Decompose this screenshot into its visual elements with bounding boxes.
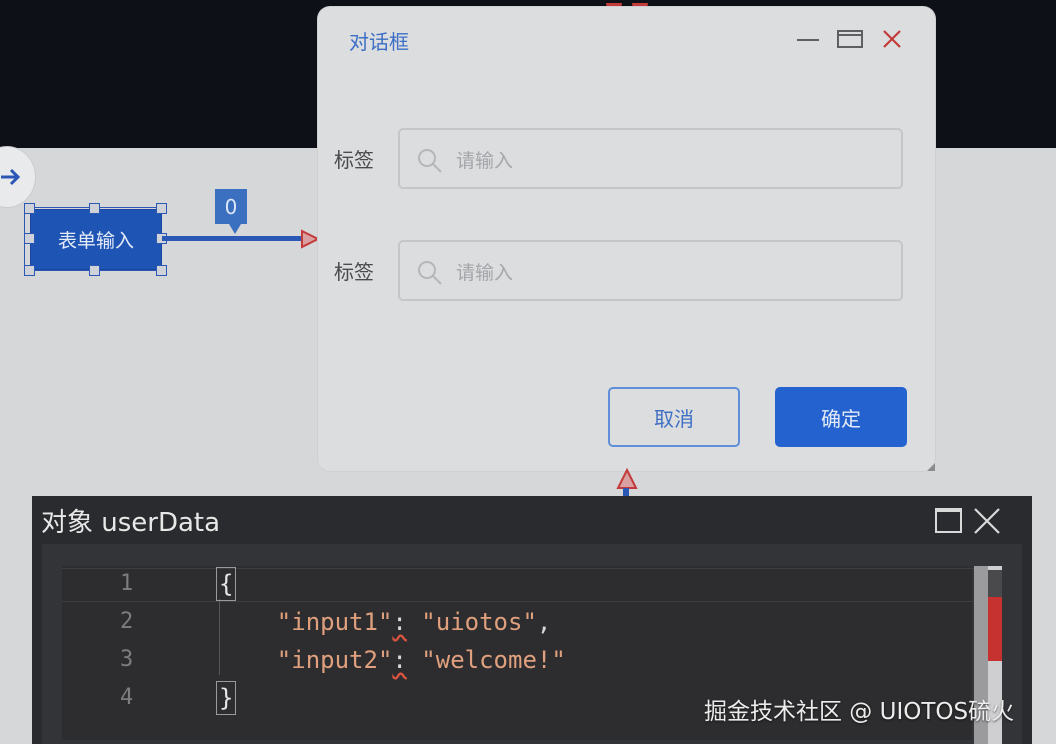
cancel-button[interactable]: 取消 [608,387,740,447]
code-comma: , [536,608,552,636]
watermark: 掘金技术社区 @ UIOTOS硫火 [704,699,1015,725]
text-input-1[interactable]: 请输入 [398,128,903,189]
code-line: 1 { [62,567,1002,606]
maximize-icon [837,30,863,48]
wire-arrow-icon [301,229,320,249]
connection-wire[interactable] [162,236,306,241]
node-label: 表单输入 [57,230,134,252]
panel-title: 对象 userData [41,508,221,538]
resize-grip[interactable] [927,463,935,471]
line-number: 3 [120,647,134,672]
scrollbar-marker [988,570,1002,597]
search-icon [418,261,442,285]
code-colon: : [392,608,407,636]
line-number: 1 [120,571,134,596]
resize-handle-tr[interactable] [156,203,167,214]
form-input-node[interactable]: 表单输入 [30,209,162,270]
resize-handle-l[interactable] [24,233,35,244]
code-line: 2 "input1": "uiotos", [62,606,1002,644]
code-key: "input1" [276,608,393,636]
dialog-title: 对话框 [349,30,409,54]
field-label: 标签 [334,260,374,284]
code-brace: { [215,567,237,601]
panel-close-icon[interactable] [972,506,1002,536]
dialog-window: 对话框 标签 请输入 标签 请输入 取消 确定 [318,7,935,471]
field-label: 标签 [334,148,374,172]
maximize-button[interactable] [836,27,864,51]
connector-arrow-icon [616,468,638,489]
input-placeholder: 请输入 [456,150,514,172]
line-number: 4 [120,685,134,710]
link-count-badge: 0 [215,189,247,234]
panel-maximize-button[interactable] [935,508,962,533]
code-value: "uiotos" [421,608,537,636]
resize-handle-tl[interactable] [24,203,35,214]
text-input-2[interactable]: 请输入 [398,240,903,301]
input-placeholder: 请输入 [456,262,514,284]
minimize-icon [797,39,819,41]
resize-handle-t[interactable] [89,203,100,214]
resize-handle-bl[interactable] [24,265,35,276]
code-brace: } [215,681,237,715]
ok-button[interactable]: 确定 [775,387,907,447]
close-button[interactable] [878,27,906,51]
resize-handle-br[interactable] [156,265,167,276]
minimize-button[interactable] [794,27,822,51]
code-line: 3 "input2": "welcome!" [62,644,1002,682]
arrow-right-icon [1,168,21,186]
resize-handle-b[interactable] [89,265,100,276]
error-marker [988,597,1002,661]
code-colon: : [392,646,407,674]
line-number: 2 [120,609,134,634]
code-key: "input2" [276,646,393,674]
code-value: "welcome!" [421,646,566,674]
close-icon [883,30,901,48]
search-icon [418,149,442,173]
